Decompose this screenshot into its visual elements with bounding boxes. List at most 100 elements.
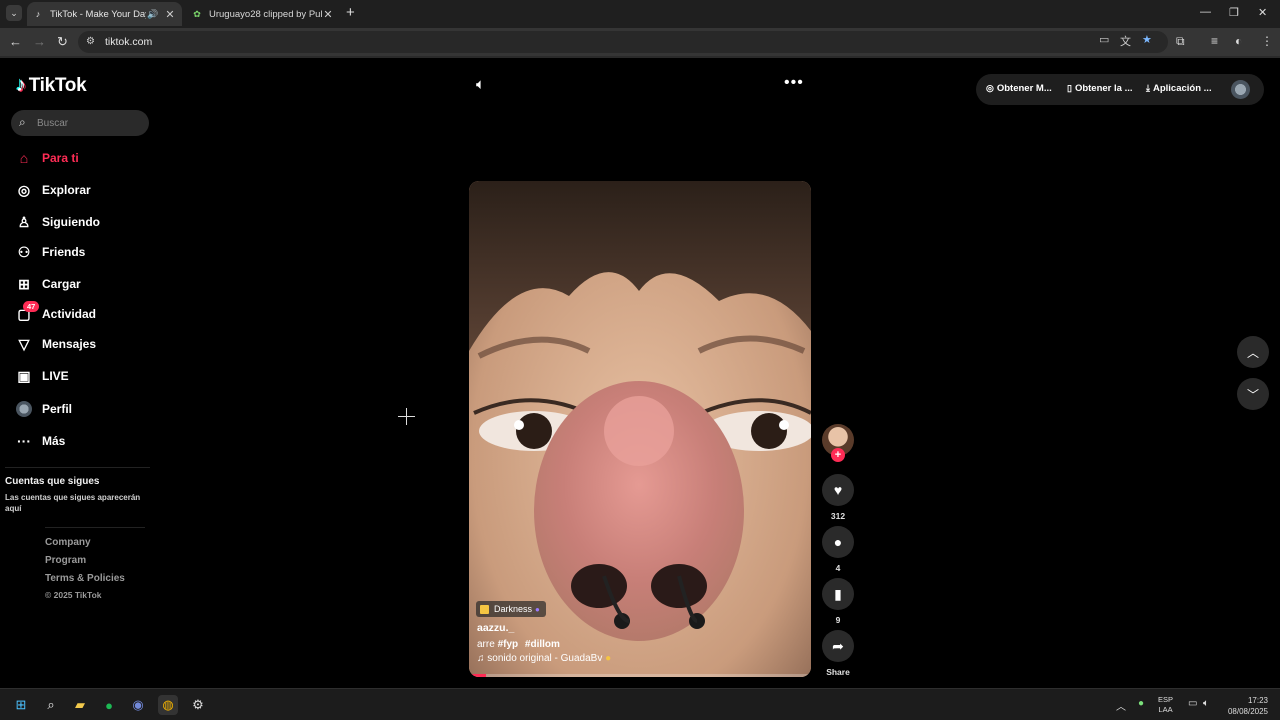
video-sound[interactable]: ♫ sonido original - GuadaBv ● bbox=[477, 653, 611, 664]
crosshair-cursor-icon bbox=[398, 408, 415, 425]
close-tab-icon[interactable]: ✕ bbox=[322, 8, 334, 21]
like-button[interactable]: ♥ bbox=[822, 474, 854, 506]
comment-button[interactable]: ● bbox=[822, 526, 854, 558]
lang-line-2: LAA bbox=[1158, 705, 1173, 714]
get-app-button[interactable]: ▯ Obtener la ... bbox=[1067, 83, 1133, 94]
profile-icon[interactable]: ◐ bbox=[1235, 34, 1242, 48]
tray-chevron-up-icon[interactable]: ︿ bbox=[1116, 698, 1126, 713]
next-video-button[interactable]: ﹀ bbox=[1237, 378, 1269, 410]
file-explorer-icon[interactable]: ▰ bbox=[70, 695, 90, 715]
windows-start-icon[interactable]: ⊞ bbox=[11, 695, 31, 715]
footer-link-program[interactable]: Program bbox=[45, 555, 86, 566]
upload-icon: ⊞ bbox=[18, 275, 30, 292]
browser-tabbar: ⌄ ♪ TikTok - Make Your Day 🔊 ✕ ✿ Uruguay… bbox=[0, 0, 1280, 28]
get-app-label: Obtener la ... bbox=[1074, 83, 1133, 94]
desktop-app-button[interactable]: ⤓ Aplicación ... bbox=[1146, 83, 1212, 94]
footer-link-terms[interactable]: Terms & Policies bbox=[45, 573, 125, 584]
nav-mensajes[interactable]: ▽ Mensajes bbox=[15, 333, 96, 355]
site-info-icon[interactable]: ⚙ bbox=[86, 36, 95, 47]
previous-video-button[interactable]: ︿ bbox=[1237, 336, 1269, 368]
address-bar[interactable]: ⚙ tiktok.com bbox=[78, 31, 1168, 53]
comment-count: 4 bbox=[835, 563, 841, 573]
browser-menu-icon[interactable]: ⋮ bbox=[1261, 34, 1273, 48]
toolbar-border bbox=[0, 56, 1280, 58]
video-username[interactable]: aazzu._ bbox=[477, 622, 514, 634]
phone-icon: ▯ bbox=[1067, 83, 1072, 93]
friends-icon: ⚇ bbox=[17, 243, 31, 260]
search-input[interactable] bbox=[37, 114, 137, 132]
copyright: © 2025 TikTok bbox=[45, 590, 102, 600]
input-language[interactable]: ESP LAA bbox=[1158, 695, 1173, 715]
cast-icon[interactable]: ▭ bbox=[1099, 33, 1109, 46]
restore-icon[interactable]: ❐ bbox=[1229, 6, 1239, 19]
search-box[interactable]: ⌕ bbox=[11, 110, 149, 136]
tab-tiktok[interactable]: ♪ TikTok - Make Your Day 🔊 ✕ bbox=[27, 2, 182, 26]
creator-avatar[interactable]: + bbox=[822, 424, 854, 462]
more-options-icon[interactable]: ••• bbox=[784, 74, 804, 92]
url-text[interactable]: tiktok.com bbox=[105, 36, 152, 48]
purple-dot-icon: ● bbox=[535, 604, 540, 614]
back-icon[interactable]: ← bbox=[9, 34, 22, 50]
media-controls-icon[interactable]: ≡ bbox=[1211, 34, 1218, 48]
video-caption: arre #fyp #dillom bbox=[477, 639, 560, 650]
close-tab-icon[interactable]: ✕ bbox=[164, 8, 176, 21]
taskbar-clock[interactable]: 17:23 08/08/2025 bbox=[1226, 695, 1268, 717]
nav-mas[interactable]: ··· Más bbox=[15, 430, 65, 452]
nav-actividad[interactable]: ▢ 47 Actividad bbox=[15, 301, 96, 325]
spotify-icon[interactable]: ● bbox=[99, 695, 119, 715]
minimize-icon[interactable]: — bbox=[1200, 6, 1211, 18]
forward-icon[interactable]: → bbox=[33, 34, 46, 50]
new-tab-icon[interactable]: + bbox=[346, 5, 355, 21]
nav-para-ti[interactable]: ⌂ Para ti bbox=[15, 147, 79, 169]
user-avatar[interactable] bbox=[1231, 80, 1250, 99]
close-window-icon[interactable]: ✕ bbox=[1258, 6, 1267, 19]
comment-icon: ● bbox=[833, 534, 843, 550]
hashtag-fyp[interactable]: #fyp bbox=[498, 639, 519, 650]
video-progress-bar[interactable] bbox=[469, 674, 811, 677]
network-icon[interactable]: ▭ bbox=[1188, 698, 1197, 709]
clock-date: 08/08/2025 bbox=[1227, 707, 1268, 716]
chrome-icon[interactable]: ◍ bbox=[158, 695, 178, 715]
speaker-icon[interactable]: 🔊 bbox=[146, 9, 160, 20]
nav-perfil[interactable]: Perfil bbox=[15, 398, 72, 420]
tab-uruguayo[interactable]: ✿ Uruguayo28 clipped by Puls1n ✕ bbox=[186, 2, 340, 26]
discord-icon[interactable]: ◉ bbox=[128, 695, 148, 715]
save-button[interactable]: ▮ bbox=[822, 578, 854, 610]
bookmark-icon: ▮ bbox=[834, 585, 842, 602]
sound-name: sonido original - GuadaBv bbox=[487, 653, 603, 664]
save-count: 9 bbox=[835, 615, 841, 625]
tab-search-button[interactable]: ⌄ bbox=[6, 5, 22, 21]
nav-friends[interactable]: ⚇ Friends bbox=[15, 241, 86, 263]
footer-link-company[interactable]: Company bbox=[45, 537, 91, 548]
nav-label: Para ti bbox=[42, 151, 79, 165]
volume-icon[interactable]: 🔈︎ bbox=[476, 76, 485, 93]
search-icon[interactable]: ⌕ bbox=[41, 695, 61, 715]
app-icon[interactable]: ⚙ bbox=[188, 695, 208, 715]
browser-toolbar: ← → ↻ ⚙ tiktok.com ▭ 文 ★ ⧉ ≡ ◐ ⋮ bbox=[0, 28, 1280, 56]
caption-text: arre bbox=[477, 639, 495, 650]
tiktok-logo[interactable]: ♪ TikTok bbox=[16, 74, 87, 97]
lang-line-1: ESP bbox=[1158, 695, 1174, 704]
share-button[interactable]: ➦ bbox=[822, 630, 854, 662]
tiktok-favicon-icon: ♪ bbox=[35, 9, 41, 19]
nav-label: Explorar bbox=[42, 183, 91, 197]
reload-icon[interactable]: ↻ bbox=[57, 34, 68, 50]
volume-tray-icon[interactable]: 🔈︎ bbox=[1203, 698, 1209, 709]
bookmark-star-icon[interactable]: ★ bbox=[1142, 33, 1152, 46]
logo-text: TikTok bbox=[28, 74, 87, 96]
translate-icon[interactable]: 文 bbox=[1120, 33, 1131, 49]
nav-live[interactable]: ▣ LIVE bbox=[15, 365, 68, 387]
live-icon: ▣ bbox=[17, 367, 31, 384]
heart-icon: ♥ bbox=[833, 482, 843, 498]
hashtag-dillom[interactable]: #dillom bbox=[525, 639, 560, 650]
follow-plus-icon[interactable]: + bbox=[831, 448, 845, 462]
nav-explorar[interactable]: ◎ Explorar bbox=[15, 179, 91, 201]
nav-cargar[interactable]: ⊞ Cargar bbox=[15, 273, 81, 295]
nav-label: Perfil bbox=[42, 402, 73, 416]
effect-tag[interactable]: Darkness ● bbox=[476, 601, 546, 617]
extensions-icon[interactable]: ⧉ bbox=[1176, 34, 1185, 49]
microphone-icon[interactable]: ● bbox=[1138, 698, 1144, 709]
nav-siguiendo[interactable]: ♙ Siguiendo bbox=[15, 211, 100, 233]
get-coins-button[interactable]: ◎ Obtener M... bbox=[986, 83, 1052, 94]
chevron-down-icon: ﹀ bbox=[1246, 387, 1259, 402]
